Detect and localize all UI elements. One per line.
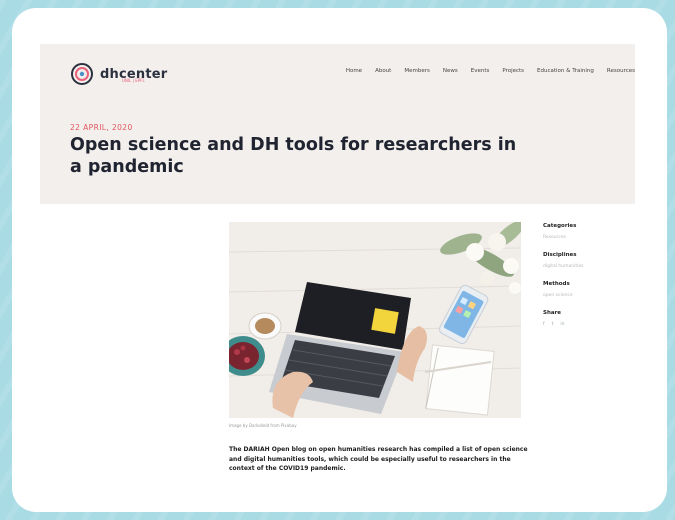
linkedin-icon[interactable]: in [560,322,564,327]
coffee-cup [248,312,282,340]
article-image [229,222,521,418]
share-icons: f t in [543,322,623,327]
methods-label: Methods [543,281,570,287]
page-header: dhcenter UNIL | EPFL Home About Members … [40,44,635,204]
article-intro: The DARIAH Open blog on open humanities … [229,446,528,472]
article-title: Open science and DH tools for researcher… [70,135,517,177]
nav-projects[interactable]: Projects [502,68,524,74]
laptop-desk-illustration [229,222,521,418]
method-link[interactable]: open science [543,293,623,298]
nav-members[interactable]: Members [404,68,430,74]
webpage-card: dhcenter UNIL | EPFL Home About Members … [12,8,667,512]
nav-news[interactable]: News [443,68,458,74]
image-caption: Image by Darkollеld from Pixabay [229,423,297,428]
category-link[interactable]: Resources [543,235,623,240]
disciplines-label: Disciplines [543,252,577,258]
nav-education-training[interactable]: Education & Training [537,68,594,74]
nav-resources[interactable]: Resources [607,68,635,74]
nav-home[interactable]: Home [346,68,362,74]
discipline-link[interactable]: digital humanities [543,264,623,269]
nav-events[interactable]: Events [471,68,490,74]
share-label: Share [543,310,562,316]
notebook [424,344,495,416]
site-logo[interactable]: dhcenter UNIL | EPFL [70,62,167,86]
twitter-icon[interactable]: t [552,322,554,327]
methods-group: Methods open science [543,281,623,298]
article-date: 22 APRIL, 2020 [70,123,133,132]
logo-subtitle: UNIL | EPFL [122,78,145,83]
disciplines-group: Disciplines digital humanities [543,252,623,269]
main-nav: Home About Members News Events Projects … [346,68,635,74]
categories-group: Categories Resources [543,223,623,240]
sticky-note [371,308,399,334]
article-sidebar: Categories Resources Disciplines digital… [543,223,623,339]
share-group: Share f t in [543,310,623,327]
dhcenter-logo-icon [71,63,93,85]
nav-about[interactable]: About [375,68,391,74]
categories-label: Categories [543,223,577,229]
facebook-icon[interactable]: f [543,322,545,327]
